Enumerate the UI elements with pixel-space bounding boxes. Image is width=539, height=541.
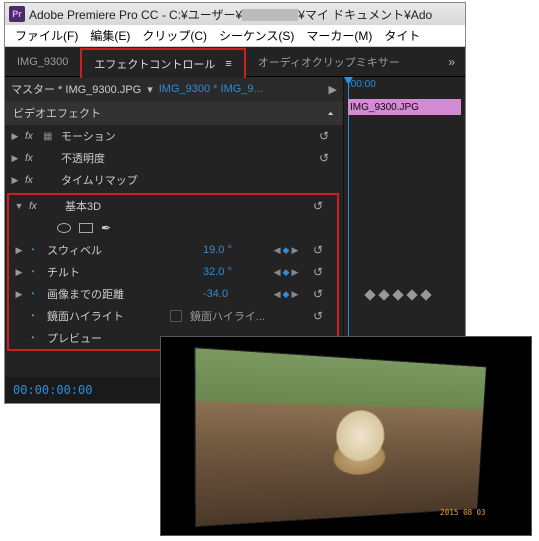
keyframe-diamond-icon[interactable]: [420, 289, 431, 300]
reset-button[interactable]: ↺: [313, 243, 333, 257]
reset-button[interactable]: ↺: [313, 309, 333, 323]
twirl-open-icon[interactable]: ▼: [13, 201, 25, 211]
keyframe-nav[interactable]: ◀ ◆ ▶: [263, 245, 309, 256]
titlebar: Pr Adobe Premiere Pro CC - C:¥ユーザー¥ ¥マイ ド…: [5, 3, 465, 25]
keyframe-nav[interactable]: ◀ ◆ ▶: [263, 289, 309, 300]
twirl-icon[interactable]: ▶: [13, 245, 25, 256]
tab-audio-mixer[interactable]: オーディオクリップミキサー: [246, 47, 412, 77]
app-name: Adobe Premiere Pro CC: [29, 8, 158, 22]
twirl-icon[interactable]: ▶: [9, 153, 21, 164]
effect-timeremap-row[interactable]: ▶ fx タイムリマップ: [5, 169, 343, 191]
fx-badge-icon: fx: [25, 175, 39, 186]
effect-basic3d-row[interactable]: ▼ fx 基本3D ↺: [9, 195, 337, 217]
keyframe-diamond-icon[interactable]: [378, 289, 389, 300]
specular-checkbox-label: 鏡面ハイライ...: [186, 308, 309, 324]
tab-source-label: IMG_9300: [17, 56, 68, 68]
effect-motion-row[interactable]: ▶ fx ▦ モーション ↺: [5, 125, 343, 147]
swivel-value[interactable]: 19.0 °: [203, 244, 259, 256]
collapse-icon[interactable]: ▲: [326, 110, 335, 116]
fx-badge-icon: fx: [25, 153, 39, 164]
stopwatch-icon[interactable]: ◔: [29, 333, 43, 344]
param-swivel-row: ▶ ◔ スウィベル 19.0 ° ◀ ◆ ▶ ↺: [9, 239, 337, 261]
master-clip-row: マスター * IMG_9300.JPG ▾ IMG_9300 * IMG_9..…: [5, 77, 343, 101]
menu-file[interactable]: ファイル(F): [9, 25, 84, 46]
video-effects-label: ビデオエフェクト: [13, 105, 101, 121]
panel-menu-icon[interactable]: ≡: [225, 58, 231, 70]
motion-label: モーション: [61, 128, 315, 144]
stopwatch-icon[interactable]: ◔: [29, 267, 43, 278]
param-specular-row: ◔ 鏡面ハイライト 鏡面ハイライ... ↺: [9, 305, 337, 327]
specular-checkbox[interactable]: [170, 310, 182, 322]
reset-button[interactable]: ↺: [319, 129, 339, 143]
effect-switch-icon[interactable]: ▦: [43, 131, 57, 142]
path-suffix: ¥マイ ドキュメント¥Ado: [298, 8, 432, 22]
opacity-label: 不透明度: [61, 150, 315, 166]
timeremap-label: タイムリマップ: [61, 172, 339, 188]
menu-marker[interactable]: マーカー(M): [300, 25, 378, 46]
tab-effect-controls[interactable]: エフェクトコントロール ≡: [80, 48, 245, 78]
distance-label: 画像までの距離: [47, 286, 199, 302]
keyframe-nav[interactable]: ◀ ◆ ▶: [263, 267, 309, 278]
obscured-username: [242, 9, 298, 21]
reset-button[interactable]: ↺: [319, 151, 339, 165]
preview-3d-image: [194, 347, 487, 527]
stopwatch-icon[interactable]: ◔: [29, 245, 43, 256]
keyframe-track[interactable]: [348, 287, 461, 303]
clip-name: IMG_9300.JPG: [350, 102, 419, 113]
stopwatch-icon[interactable]: ◔: [29, 311, 43, 322]
param-distance-row: ▶ ◔ 画像までの距離 -34.0 ◀ ◆ ▶ ↺: [9, 283, 337, 305]
ruler-label: :00:00: [348, 79, 376, 90]
menu-clip[interactable]: クリップ(C): [136, 25, 213, 46]
menu-title[interactable]: タイト: [378, 25, 426, 46]
tab-audio-mixer-label: オーディオクリップミキサー: [258, 54, 400, 70]
window-title: Adobe Premiere Pro CC - C:¥ユーザー¥ ¥マイ ドキュメ…: [29, 6, 432, 23]
menu-sequence[interactable]: シーケンス(S): [213, 25, 300, 46]
twirl-icon[interactable]: ▶: [13, 289, 25, 300]
effect-opacity-row[interactable]: ▶ fx 不透明度 ↺: [5, 147, 343, 169]
pen-mask-icon[interactable]: ✒: [101, 221, 111, 235]
basic3d-highlight: ▼ fx 基本3D ↺ ✒ ▶ ◔ スウィベル 19.0 ° ◀ ◆ ▶: [7, 193, 339, 351]
preview-timestamp: 2015 08 03: [440, 508, 486, 517]
path-prefix: - C:¥ユーザー¥: [158, 8, 242, 22]
tilt-label: チルト: [47, 264, 199, 280]
mask-shape-row: ✒: [9, 217, 337, 239]
video-effects-header: ビデオエフェクト ▲: [5, 101, 343, 125]
twirl-icon[interactable]: ▶: [9, 131, 21, 142]
panel-tabstrip: IMG_9300 エフェクトコントロール ≡ オーディオクリップミキサー »: [5, 47, 465, 77]
specular-label: 鏡面ハイライト: [47, 308, 166, 324]
caret-down-icon[interactable]: ▾: [147, 83, 153, 96]
premiere-icon: Pr: [9, 6, 25, 22]
menubar: ファイル(F) 編集(E) クリップ(C) シーケンス(S) マーカー(M) タ…: [5, 25, 465, 47]
tilt-value[interactable]: 32.0 °: [203, 266, 259, 278]
menu-edit[interactable]: 編集(E): [84, 25, 136, 46]
twirl-icon[interactable]: ▶: [9, 175, 21, 186]
program-monitor-preview: 2015 08 03: [160, 336, 532, 536]
ellipse-mask-icon[interactable]: [57, 223, 71, 233]
keyframe-diamond-icon[interactable]: [364, 289, 375, 300]
swivel-label: スウィベル: [47, 242, 199, 258]
twirl-icon[interactable]: ▶: [13, 267, 25, 278]
master-label: マスター * IMG_9300.JPG: [11, 81, 141, 97]
reset-button[interactable]: ↺: [313, 287, 333, 301]
tabs-overflow[interactable]: »: [438, 55, 465, 69]
tab-effect-controls-label: エフェクトコントロール: [94, 56, 215, 72]
reset-button[interactable]: ↺: [313, 265, 333, 279]
keyframe-diamond-icon[interactable]: [406, 289, 417, 300]
distance-value[interactable]: -34.0: [203, 288, 259, 300]
clip-bar[interactable]: IMG_9300.JPG: [348, 99, 461, 115]
timeline-ruler[interactable]: :00:00: [344, 77, 465, 97]
rect-mask-icon[interactable]: [79, 223, 93, 233]
keyframe-diamond-icon[interactable]: [392, 289, 403, 300]
basic3d-label: 基本3D: [65, 198, 309, 214]
fx-badge-icon: fx: [29, 201, 43, 212]
play-icon[interactable]: ▶: [329, 83, 337, 96]
reset-button[interactable]: ↺: [313, 199, 333, 213]
param-tilt-row: ▶ ◔ チルト 32.0 ° ◀ ◆ ▶ ↺: [9, 261, 337, 283]
fx-badge-icon: fx: [25, 131, 39, 142]
stopwatch-icon[interactable]: ◔: [29, 289, 43, 300]
sequence-link[interactable]: IMG_9300 * IMG_9...: [159, 83, 323, 95]
tab-source[interactable]: IMG_9300: [5, 47, 80, 77]
